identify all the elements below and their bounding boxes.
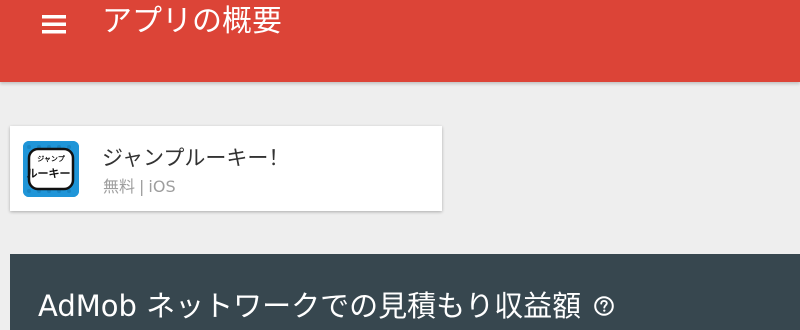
menu-button[interactable] (30, 2, 78, 46)
earnings-panel: AdMob ネットワークでの見積もり収益額 (10, 254, 800, 330)
menu-icon (42, 15, 66, 34)
app-name: ジャンプルーキー！ (102, 146, 290, 170)
app-meta: 無料 | iOS (103, 177, 176, 197)
app-header: アプリの概要 (0, 0, 800, 82)
app-card[interactable]: ジャンプ ルーキー! ジャンプルーキー！ 無料 | iOS (10, 126, 442, 211)
help-button[interactable] (593, 295, 615, 317)
earnings-heading: AdMob ネットワークでの見積もり収益額 (38, 286, 615, 326)
earnings-title: AdMob ネットワークでの見積もり収益額 (38, 289, 582, 323)
svg-text:ルーキー!: ルーキー! (26, 167, 75, 180)
meta-separator: | (139, 177, 145, 196)
app-icon: ジャンプ ルーキー! (23, 141, 79, 197)
app-price: 無料 (103, 177, 136, 196)
page-title: アプリの概要 (102, 4, 282, 39)
app-platform: iOS (148, 177, 176, 196)
help-circle-icon (594, 296, 614, 316)
svg-text:ジャンプ: ジャンプ (37, 154, 65, 163)
